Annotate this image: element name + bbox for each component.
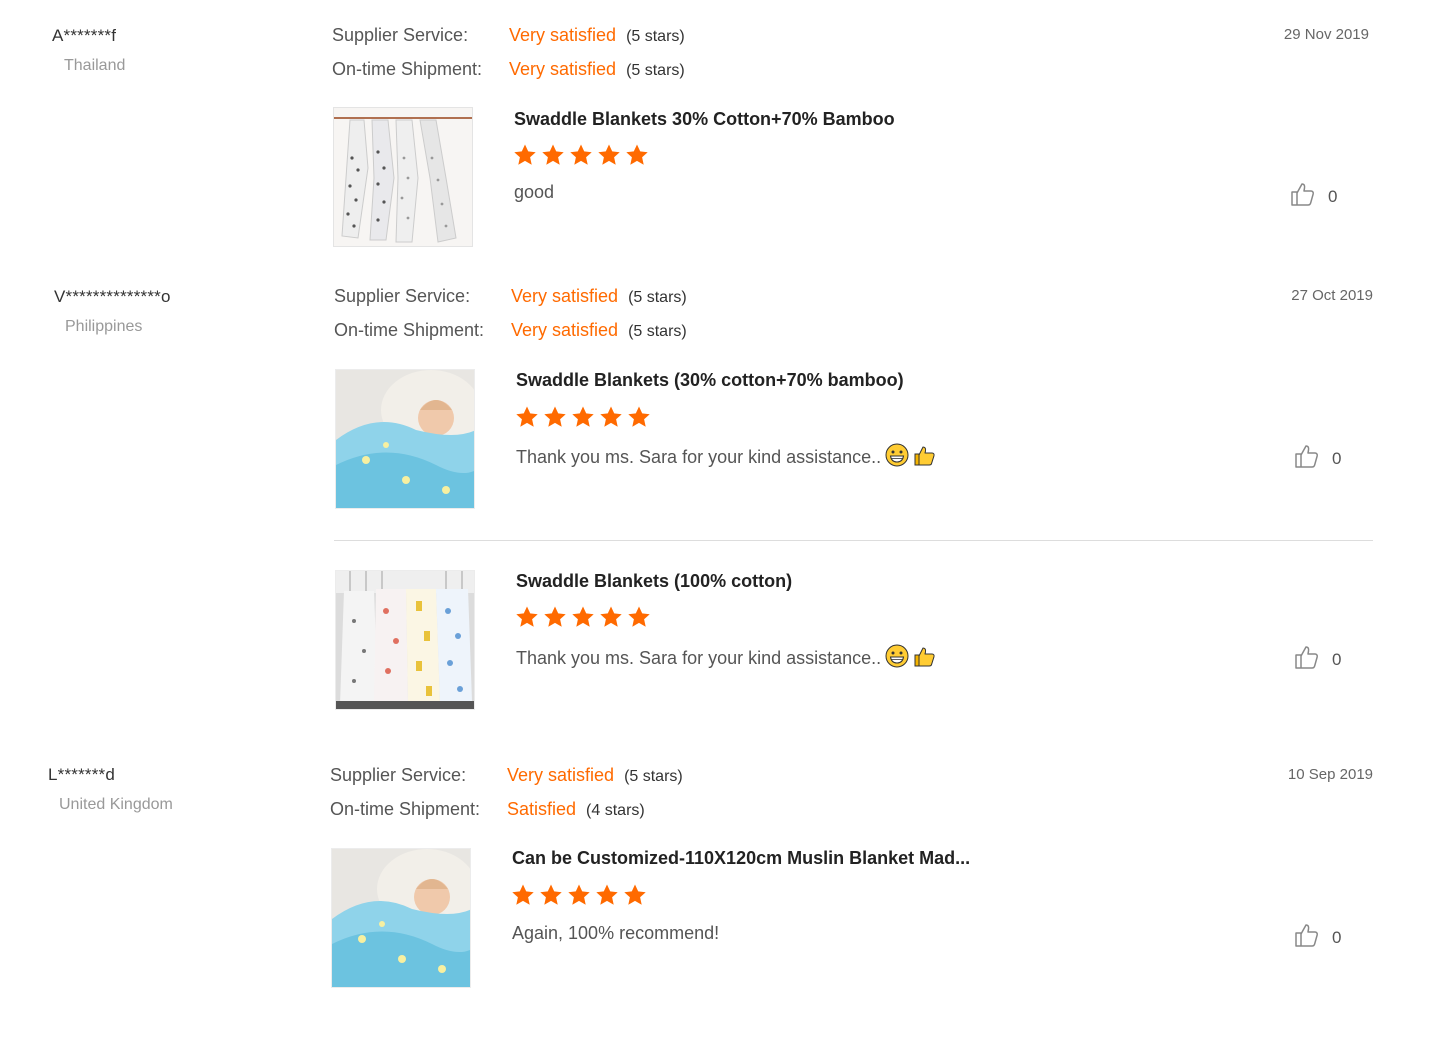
shipment-value: Satisfied (507, 799, 577, 819)
supplier-service-rating: Supplier Service: Very satisfied (5 stars) (332, 25, 685, 46)
star-icon (569, 143, 593, 167)
like-button[interactable]: 0 (1294, 922, 1341, 953)
like-count: 0 (1332, 448, 1342, 468)
thumbs-up-outline-icon (1290, 181, 1316, 212)
reviewer-country: Philippines (65, 318, 143, 335)
thumbs-up-emoji-icon (913, 443, 937, 472)
star-rating (515, 605, 651, 629)
star-icon (513, 143, 537, 167)
reviewer-name: L*******d (48, 765, 116, 784)
star-icon (627, 605, 651, 629)
star-icon (541, 143, 565, 167)
star-icon (511, 883, 535, 907)
supplier-service-label: Supplier Service: (334, 286, 471, 306)
grinning-emoji-icon (885, 644, 909, 673)
thumbs-up-outline-icon (1294, 644, 1320, 675)
supplier-service-stars: (5 stars) (624, 768, 683, 785)
supplier-service-value: Very satisfied (507, 765, 615, 785)
supplier-service-stars: (5 stars) (626, 28, 685, 45)
product-thumbnail[interactable] (331, 848, 471, 988)
shipment-stars: (5 stars) (626, 62, 685, 79)
product-title[interactable]: Can be Customized-110X120cm Muslin Blank… (512, 848, 970, 869)
product-thumbnail[interactable] (335, 570, 475, 710)
supplier-service-rating: Supplier Service: Very satisfied (5 stars) (330, 765, 683, 786)
star-icon (539, 883, 563, 907)
comment-text: Thank you ms. Sara for your kind assista… (516, 648, 882, 668)
star-icon (595, 883, 619, 907)
star-icon (571, 405, 595, 429)
comment-text: Thank you ms. Sara for your kind assista… (516, 447, 882, 467)
star-rating (513, 143, 649, 167)
shipment-rating: On-time Shipment: Satisfied (4 stars) (330, 799, 645, 820)
review-comment: good (514, 182, 554, 203)
review-date: 10 Sep 2019 (1287, 766, 1373, 783)
shipment-label: On-time Shipment: (332, 59, 483, 79)
shipment-value: Very satisfied (511, 320, 619, 340)
star-icon (543, 605, 567, 629)
product-thumbnail[interactable] (333, 107, 473, 247)
thumbs-up-emoji-icon (913, 644, 937, 673)
like-count: 0 (1332, 649, 1342, 669)
supplier-service-value: Very satisfied (511, 286, 619, 306)
shipment-label: On-time Shipment: (330, 799, 481, 819)
supplier-service-value: Very satisfied (509, 25, 617, 45)
shipment-label: On-time Shipment: (334, 320, 485, 340)
shipment-stars: (4 stars) (586, 802, 645, 819)
review-comment: Thank you ms. Sara for your kind assista… (516, 443, 937, 472)
comment-text: Again, 100% recommend! (512, 923, 720, 943)
thumbs-up-outline-icon (1294, 922, 1320, 953)
like-button[interactable]: 0 (1290, 181, 1337, 212)
shipment-rating: On-time Shipment: Very satisfied (5 stars) (334, 320, 687, 341)
star-icon (571, 605, 595, 629)
supplier-service-rating: Supplier Service: Very satisfied (5 stars) (334, 286, 687, 307)
star-icon (623, 883, 647, 907)
star-icon (543, 405, 567, 429)
like-count: 0 (1328, 186, 1338, 206)
star-icon (599, 405, 623, 429)
reviewer-name: V**************o (54, 287, 171, 306)
supplier-service-stars: (5 stars) (628, 289, 687, 306)
shipment-stars: (5 stars) (628, 323, 687, 340)
like-button[interactable]: 0 (1294, 644, 1341, 675)
like-count: 0 (1332, 927, 1342, 947)
product-thumbnail[interactable] (335, 369, 475, 509)
reviewer-name: A*******f (52, 26, 117, 45)
comment-text: good (514, 182, 555, 202)
star-rating (515, 405, 651, 429)
reviewer-country: Thailand (64, 57, 126, 74)
thumbs-up-outline-icon (1294, 443, 1320, 474)
item-divider (334, 540, 1373, 541)
star-icon (599, 605, 623, 629)
review-comment: Thank you ms. Sara for your kind assista… (516, 644, 937, 673)
supplier-service-label: Supplier Service: (330, 765, 467, 785)
star-icon (597, 143, 621, 167)
star-rating (511, 883, 647, 907)
review-date: 27 Oct 2019 (1291, 287, 1373, 304)
star-icon (627, 405, 651, 429)
product-title[interactable]: Swaddle Blankets (100% cotton) (516, 571, 792, 592)
like-button[interactable]: 0 (1294, 443, 1341, 474)
reviewer-country: United Kingdom (59, 796, 173, 813)
shipment-rating: On-time Shipment: Very satisfied (5 stars) (332, 59, 685, 80)
product-title[interactable]: Swaddle Blankets (30% cotton+70% bamboo) (516, 370, 904, 391)
review-comment: Again, 100% recommend! (512, 923, 719, 944)
star-icon (515, 405, 539, 429)
product-title[interactable]: Swaddle Blankets 30% Cotton+70% Bamboo (514, 109, 895, 130)
supplier-service-label: Supplier Service: (332, 25, 469, 45)
grinning-emoji-icon (885, 443, 909, 472)
review-date: 29 Nov 2019 (1283, 26, 1369, 43)
shipment-value: Very satisfied (509, 59, 617, 79)
star-icon (625, 143, 649, 167)
star-icon (515, 605, 539, 629)
star-icon (567, 883, 591, 907)
